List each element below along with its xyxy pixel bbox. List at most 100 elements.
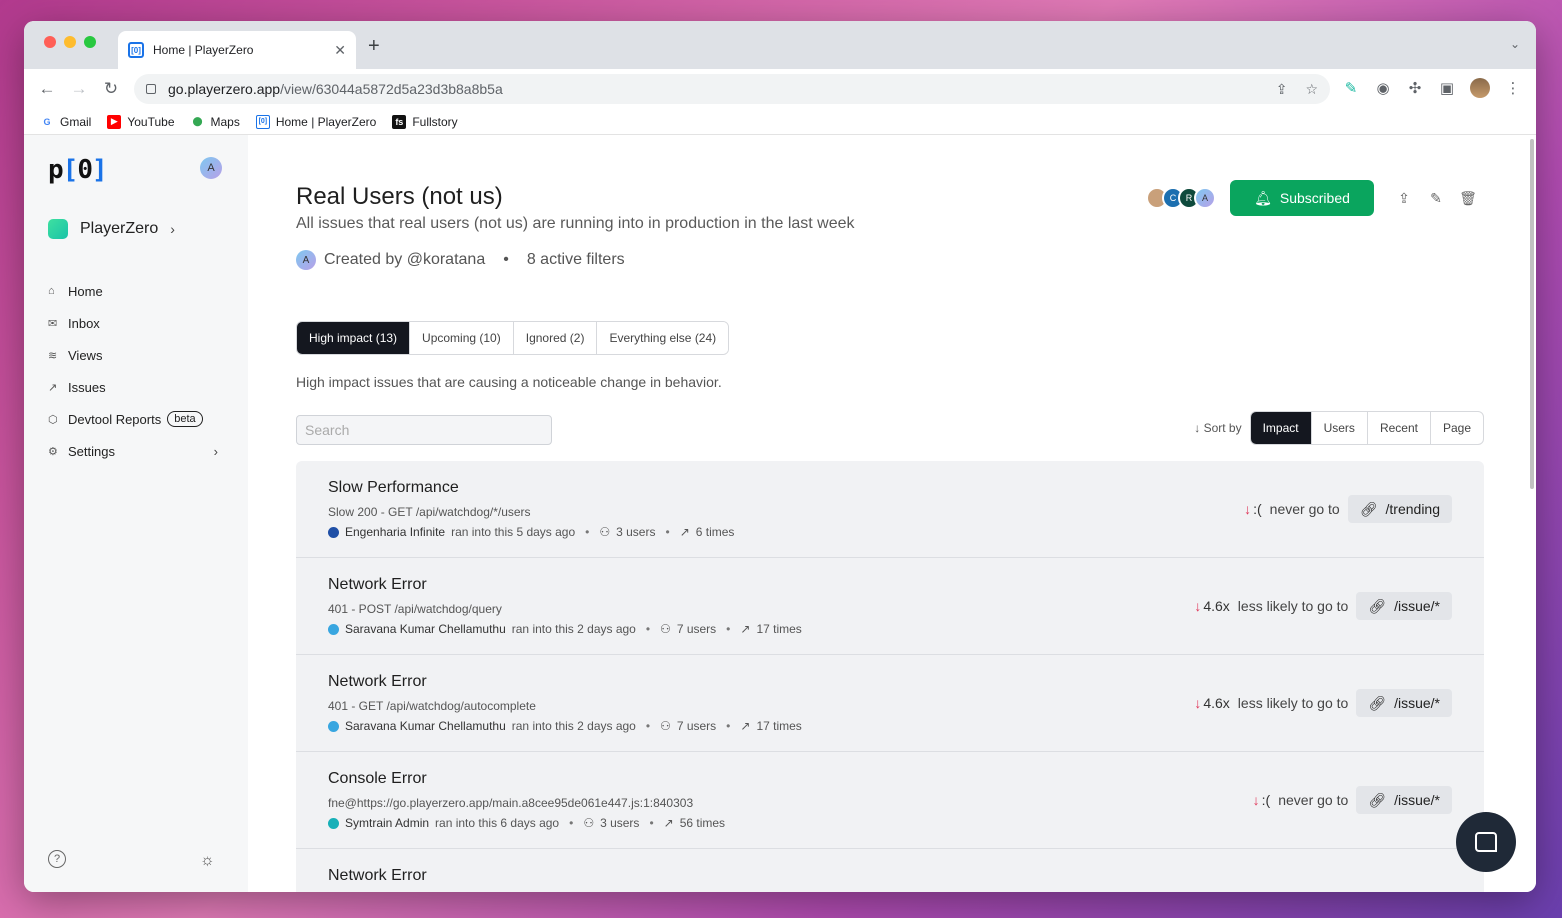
bookmark-label: Home | PlayerZero: [275, 114, 377, 129]
page-path: /issue/*: [1394, 792, 1440, 808]
tab-ignored[interactable]: Ignored (2): [513, 322, 598, 354]
side-panel-icon[interactable]: ▣: [1438, 79, 1456, 97]
subscriber-avatars[interactable]: C R A: [1146, 187, 1216, 209]
page-chip[interactable]: 🔗︎ /trending: [1347, 495, 1452, 523]
users-count: 3 users: [600, 816, 640, 830]
tab-everything-else[interactable]: Everything else (24): [597, 322, 729, 354]
sidebar-item-home[interactable]: ⌂ Home: [48, 275, 218, 307]
tab-search-chevron-icon[interactable]: ⌄: [1510, 37, 1520, 51]
sidebar-item-devtool-reports[interactable]: ⬡ Devtool Reports beta: [48, 403, 218, 435]
sidebar-item-views[interactable]: ≋ Views: [48, 339, 218, 371]
sidebar-item-inbox[interactable]: ✉ Inbox: [48, 307, 218, 339]
chevron-right-icon: ›: [213, 443, 218, 459]
bookmark-gmail[interactable]: G Gmail: [40, 115, 91, 129]
scrollbar[interactable]: [1530, 139, 1534, 489]
impact-value: :(: [1261, 792, 1271, 808]
org-name[interactable]: Engenharia Infinite: [345, 525, 445, 539]
tab-high-impact[interactable]: High impact (13): [297, 322, 411, 354]
close-tab-icon[interactable]: ✕: [334, 42, 346, 59]
logo-bracket-open: [: [62, 155, 79, 185]
org-name[interactable]: Symtrain Admin: [345, 816, 429, 830]
extensions-puzzle-icon[interactable]: ✣: [1406, 79, 1424, 97]
issue-row[interactable]: Slow Performance Slow 200 - GET /api/wat…: [296, 461, 1484, 558]
org-name[interactable]: Saravana Kumar Chellamuthu: [345, 719, 506, 733]
forward-button[interactable]: →: [68, 79, 90, 99]
new-tab-button[interactable]: +: [368, 35, 380, 58]
issue-row[interactable]: Network Error 401 - GET /api/watchdog/au…: [296, 655, 1484, 752]
sun-theme-icon[interactable]: ☼: [200, 852, 215, 870]
workspace-switcher[interactable]: PlayerZero ›: [48, 219, 175, 239]
lock-icon[interactable]: [146, 84, 156, 94]
issue-row[interactable]: Network Error: [296, 849, 1484, 892]
trending-arrow-icon: ↗: [48, 381, 58, 394]
search-input[interactable]: [296, 415, 552, 445]
impact-value: 4.6x: [1203, 695, 1230, 711]
address-bar[interactable]: go.playerzero.app /view/63044a5872d5a23d…: [134, 74, 1330, 104]
bookmark-maps[interactable]: ⬤ Maps: [191, 115, 239, 129]
sidebar-item-label: Issues: [68, 379, 106, 395]
sidebar-nav: ⌂ Home ✉ Inbox ≋ Views ↗ Issues ⬡ Devtoo…: [48, 275, 218, 467]
password-extension-icon[interactable]: ◉: [1374, 79, 1392, 97]
subscribed-button[interactable]: 🔔︎ Subscribed: [1230, 180, 1374, 216]
bookmark-fullstory[interactable]: fs Fullstory: [392, 114, 458, 129]
more-menu-icon[interactable]: ⋮: [1504, 79, 1522, 97]
minimize-window-button[interactable]: [64, 36, 76, 48]
browser-toolbar: ← → ↻ go.playerzero.app /view/63044a5872…: [24, 69, 1536, 109]
user-icon: ⚇: [583, 816, 595, 830]
chat-launcher-button[interactable]: [1456, 812, 1516, 872]
trash-icon[interactable]: 🗑︎: [1459, 190, 1477, 207]
feather-extension-icon[interactable]: ✎: [1342, 79, 1360, 97]
sort-page-button[interactable]: Page: [1431, 412, 1483, 444]
help-icon[interactable]: ?: [48, 850, 66, 868]
impact-text: less likely to go to: [1237, 598, 1349, 614]
url-host: go.playerzero.app: [168, 81, 281, 97]
bookmark-playerzero[interactable]: [0] Home | PlayerZero: [255, 114, 377, 129]
close-window-button[interactable]: [44, 36, 56, 48]
package-icon: ⬡: [48, 413, 58, 426]
tab-title: Home | PlayerZero: [153, 43, 254, 57]
sidebar-item-settings[interactable]: ⚙ Settings ›: [48, 435, 218, 467]
arrow-down-icon: ↓: [1194, 695, 1202, 711]
tab-upcoming[interactable]: Upcoming (10): [410, 322, 514, 354]
share-icon[interactable]: ⇪: [1395, 190, 1413, 207]
playerzero-logo[interactable]: p[0]: [48, 155, 108, 185]
chevron-right-icon: ›: [170, 221, 175, 237]
org-dot-icon: [328, 720, 339, 732]
active-filters-link[interactable]: 8 active filters: [527, 251, 625, 269]
profile-avatar[interactable]: [1470, 78, 1490, 98]
impact-summary: ↓ 4.6x less likely to go to 🔗︎ /issue/*: [1194, 592, 1452, 620]
reload-button[interactable]: ↻: [100, 79, 122, 99]
share-icon[interactable]: ⇪: [1276, 81, 1288, 98]
page-chip[interactable]: 🔗︎ /issue/*: [1356, 689, 1452, 717]
user-avatar[interactable]: A: [200, 157, 222, 179]
sort-impact-button[interactable]: Impact: [1250, 412, 1312, 444]
org-dot-icon: [328, 817, 339, 829]
bookmark-star-icon[interactable]: ☆: [1305, 81, 1318, 98]
sort-label-text: Sort by: [1203, 421, 1242, 435]
playerzero-favicon-icon: [0]: [128, 42, 144, 58]
sort-users-button[interactable]: Users: [1312, 412, 1368, 444]
sort-recent-button[interactable]: Recent: [1368, 412, 1431, 444]
separator-dot: •: [649, 816, 654, 830]
sidebar-item-issues[interactable]: ↗ Issues: [48, 371, 218, 403]
page-chip[interactable]: 🔗︎ /issue/*: [1356, 786, 1452, 814]
youtube-icon: ▶: [107, 114, 122, 129]
issue-meta: Symtrain Admin ran into this 6 days ago …: [328, 816, 1452, 830]
org-dot-icon: [328, 526, 339, 538]
zoom-window-button[interactable]: [84, 36, 96, 48]
bookmarks-bar: G Gmail ▶ YouTube ⬤ Maps [0] Home | Play…: [24, 109, 1536, 135]
workspace-name: PlayerZero: [80, 220, 159, 237]
issue-meta: Engenharia Infinite ran into this 5 days…: [328, 525, 1452, 539]
issue-row[interactable]: Console Error fne@https://go.playerzero.…: [296, 752, 1484, 849]
issue-row[interactable]: Network Error 401 - POST /api/watchdog/q…: [296, 558, 1484, 655]
gear-icon: ⚙: [48, 445, 58, 458]
browser-tab[interactable]: [0] Home | PlayerZero ✕: [118, 31, 356, 69]
separator-dot: •: [726, 622, 731, 636]
impact-text: less likely to go to: [1237, 695, 1349, 711]
org-name[interactable]: Saravana Kumar Chellamuthu: [345, 622, 506, 636]
page-chip[interactable]: 🔗︎ /issue/*: [1356, 592, 1452, 620]
bookmark-youtube[interactable]: ▶ YouTube: [107, 114, 175, 129]
user-icon: ⚇: [660, 622, 671, 636]
back-button[interactable]: ←: [36, 79, 58, 99]
edit-pencil-icon[interactable]: ✎: [1427, 190, 1445, 207]
